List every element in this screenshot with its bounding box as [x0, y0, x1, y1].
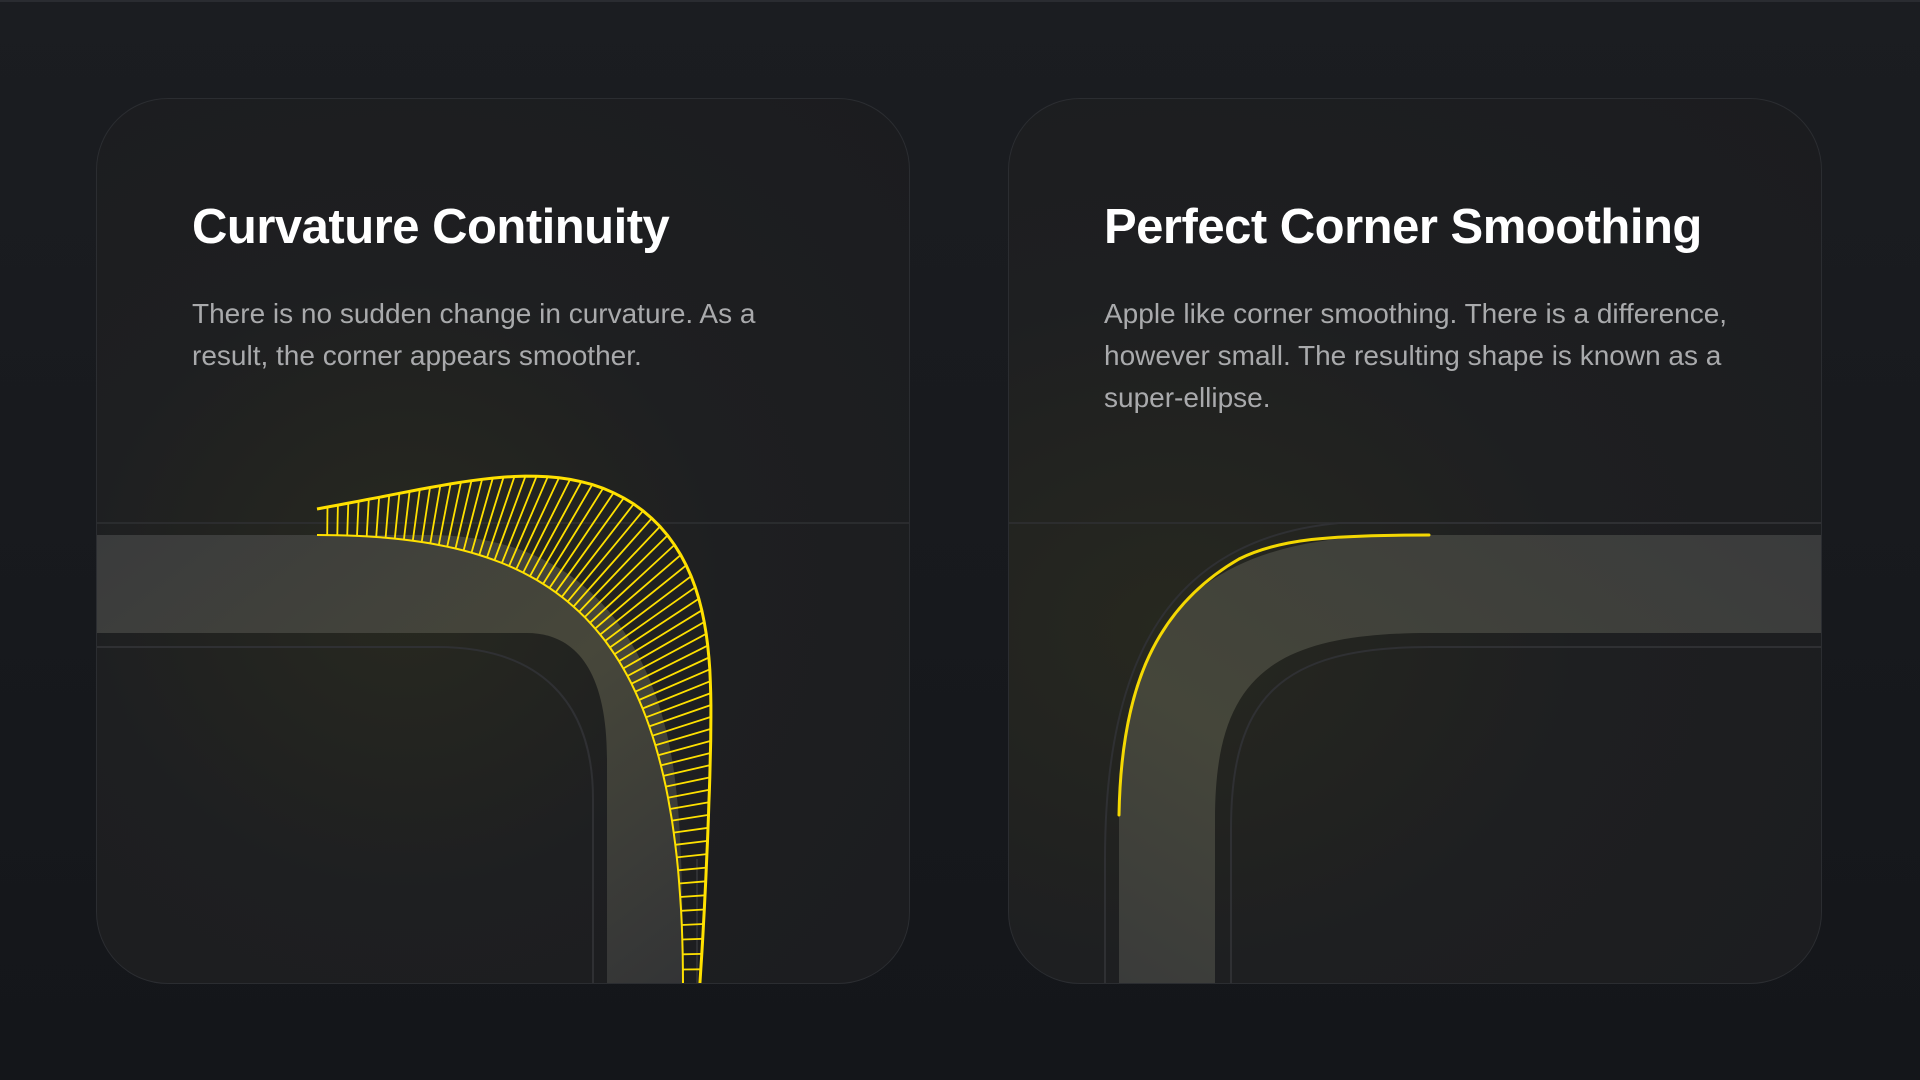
comb-tooth [529, 481, 583, 577]
curvature-continuity-card: Curvature Continuity There is no sudden … [96, 98, 910, 984]
page: Curvature Continuity There is no sudden … [0, 0, 1920, 1080]
card-description: There is no sudden change in curvature. … [192, 298, 756, 371]
comb-tooth [420, 487, 431, 543]
comb-tooth [679, 880, 706, 885]
comb-tooth [365, 499, 370, 537]
comb-tooth [631, 644, 709, 685]
comb-tooth [681, 923, 704, 926]
comb-tooth [678, 866, 707, 872]
comb-tooth [681, 908, 705, 912]
card-title: Perfect Corner Smoothing [1104, 200, 1702, 254]
comb-tooth [614, 597, 700, 655]
comb-tooth [429, 485, 442, 544]
comb-tooth [618, 609, 703, 662]
rounded-corner-band [97, 535, 683, 983]
comb-tooth [356, 501, 360, 536]
comb-tooth [336, 505, 339, 536]
comb-tooth [676, 853, 707, 859]
comb-tooth [346, 503, 350, 536]
inner-outline [1230, 646, 1821, 983]
comb-tooth [594, 554, 682, 630]
comb-tooth [680, 894, 706, 898]
comb-tooth [403, 491, 411, 540]
comb-tooth [682, 937, 703, 941]
comb-tooth [411, 489, 421, 541]
comb-tooth [627, 633, 707, 677]
comb-tooth [384, 495, 391, 538]
comb-tooth [393, 493, 401, 539]
super-ellipse-band [1119, 535, 1821, 983]
card-description: Apple like corner smoothing. There is a … [1104, 298, 1728, 413]
inner-outline [97, 646, 594, 983]
comb-tooth [375, 497, 380, 538]
perfect-corner-smoothing-card: Perfect Corner Smoothing Apple like corn… [1008, 98, 1822, 984]
card-title: Curvature Continuity [192, 200, 670, 254]
